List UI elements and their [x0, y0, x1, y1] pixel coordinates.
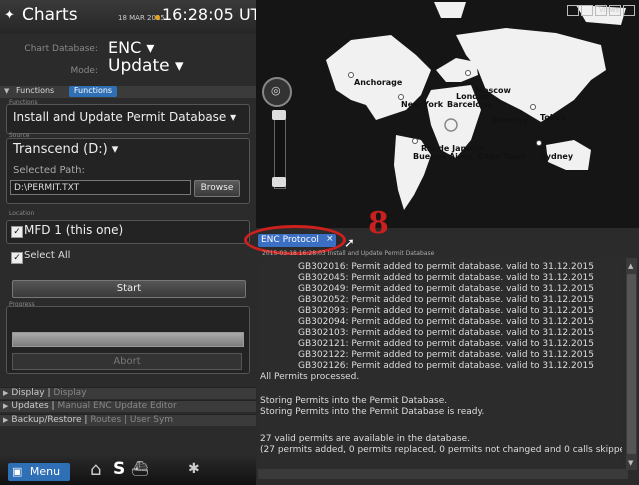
city-marker-icon — [465, 70, 471, 76]
functions-section-label: Functions — [16, 86, 55, 95]
app-title: Charts — [22, 5, 78, 25]
accordion-updates[interactable]: ▶ Updates | Manual ENC Update Editor — [0, 400, 256, 412]
map-continents — [326, 2, 626, 210]
city-buenos-aires[interactable]: Buenos Aires — [413, 152, 472, 161]
chart-database-select[interactable]: ENC ▾ — [108, 38, 154, 57]
accordion-display-sub: Display — [53, 388, 87, 398]
accordion-backup-restore[interactable]: ▶ Backup/Restore | Routes | User Sym — [0, 414, 256, 426]
step-number-annotation: 8 — [368, 206, 389, 241]
horizontal-scrollbar[interactable] — [258, 469, 628, 479]
source-select[interactable]: Transcend (D:) ▾ — [13, 142, 118, 157]
source-box-label: Source — [9, 132, 30, 139]
city-tokyo[interactable]: Tokyo — [540, 113, 566, 122]
view-split-v-icon[interactable] — [595, 5, 607, 16]
scrollbar-thumb[interactable] — [627, 274, 636, 454]
log-line: GB302052: Permit added to permit databas… — [298, 295, 594, 305]
expand-triangle-icon: ▶ — [3, 416, 9, 424]
log-summary: (27 permits added, 0 permits replaced, 0… — [260, 445, 622, 455]
progress-bar — [12, 332, 244, 347]
view-quad-icon[interactable] — [623, 5, 635, 16]
accordion-backup-title: Backup/Restore — [11, 415, 82, 425]
app-logo-icon: ✦ — [4, 8, 15, 23]
log-valid-count: 27 valid permits are available in the da… — [260, 434, 471, 444]
path-input[interactable]: D:\PERMIT.TXT — [10, 180, 191, 195]
select-all-checkbox[interactable]: ✓ — [11, 252, 23, 264]
log-line: GB302049: Permit added to permit databas… — [298, 284, 594, 294]
city-cape-town[interactable]: Cape Town — [478, 152, 526, 161]
city-new-york[interactable]: New York — [401, 100, 443, 109]
abort-button[interactable]: Abort — [12, 353, 242, 370]
time-display: 16:28:05 UTC — [162, 5, 271, 24]
city-bombay[interactable]: Bombay — [492, 116, 528, 125]
mode-select[interactable]: Update ▾ — [108, 56, 184, 76]
select-all-label: Select All — [24, 250, 71, 261]
tab-functions[interactable]: Functions — [69, 86, 117, 97]
zoom-out-handle[interactable] — [272, 177, 286, 187]
log-line: GB302093: Permit added to permit databas… — [298, 306, 594, 316]
city-anchorage[interactable]: Anchorage — [354, 78, 402, 87]
status-dot-icon — [155, 15, 160, 20]
location-checkbox[interactable]: ✓ — [11, 226, 23, 238]
city-marker-icon — [412, 138, 418, 144]
scroll-up-icon[interactable]: ▲ — [628, 262, 633, 270]
expand-triangle-icon: ▶ — [3, 389, 9, 397]
log-ready: Storing Permits into the Permit Database… — [260, 407, 485, 417]
pan-center-icon: ◎ — [271, 84, 281, 97]
expand-triangle-icon: ▶ — [3, 402, 9, 410]
ship-icon[interactable]: ⛴ — [131, 461, 149, 477]
view-single-icon[interactable] — [567, 5, 579, 16]
chart-database-label: Chart Database: — [24, 44, 98, 54]
mode-label: Mode: — [70, 66, 98, 76]
log-line: GB302103: Permit added to permit databas… — [298, 328, 594, 338]
location-box-label: Location — [9, 210, 35, 217]
functions-box-label: Functions — [9, 99, 38, 106]
log-processed: All Permits processed. — [260, 372, 360, 382]
browse-button[interactable]: Browse — [194, 180, 240, 197]
city-barcelona[interactable]: Barcelona — [447, 100, 492, 109]
log-line: GB302045: Permit added to permit databas… — [298, 273, 594, 283]
city-sydney[interactable]: Sydney — [540, 152, 573, 161]
function-select[interactable]: Install and Update Permit Database ▾ — [13, 110, 236, 124]
home-icon[interactable]: ⌂ — [90, 459, 101, 480]
protocol-title: 2015-03-18 16:28:03 Install and Update P… — [262, 250, 435, 257]
selected-path-label: Selected Path: — [13, 165, 85, 176]
accordion-updates-title: Updates — [11, 401, 49, 411]
log-storing: Storing Permits into the Permit Database… — [260, 396, 448, 406]
log-line: GB302126: Permit added to permit databas… — [298, 361, 594, 371]
city-marker-icon — [536, 140, 542, 146]
zoom-in-handle[interactable] — [272, 110, 286, 120]
menu-label: Menu — [29, 465, 61, 478]
world-map[interactable] — [256, 0, 639, 228]
view-split-h-icon[interactable] — [581, 5, 593, 16]
menu-button[interactable]: ▣ Menu — [8, 463, 70, 481]
log-line: GB302122: Permit added to permit databas… — [298, 350, 594, 360]
view-triple-icon[interactable] — [609, 5, 621, 16]
protocol-log[interactable]: GB302016: Permit added to permit databas… — [259, 258, 622, 470]
location-label: MFD 1 (this one) — [24, 223, 124, 237]
accordion-display-title: Display — [11, 388, 45, 398]
scroll-down-icon[interactable]: ▼ — [628, 459, 633, 467]
settings-icon[interactable]: ✱ — [188, 461, 200, 477]
log-line: GB302094: Permit added to permit databas… — [298, 317, 594, 327]
log-line: GB302121: Permit added to permit databas… — [298, 339, 594, 349]
accordion-display[interactable]: ▶ Display | Display — [0, 387, 256, 399]
city-marker-icon — [530, 104, 536, 110]
s-button[interactable]: S — [113, 459, 125, 479]
start-button[interactable]: Start — [12, 280, 246, 298]
menu-logo-icon: ▣ — [12, 465, 23, 478]
mouse-pointer-icon: ➚ — [344, 236, 355, 251]
accordion-backup-sub: Routes | User Sym — [90, 415, 174, 425]
accordion-updates-sub: Manual ENC Update Editor — [57, 401, 177, 411]
collapse-triangle-icon: ▼ — [4, 87, 10, 95]
log-line: GB302016: Permit added to permit databas… — [298, 262, 594, 272]
